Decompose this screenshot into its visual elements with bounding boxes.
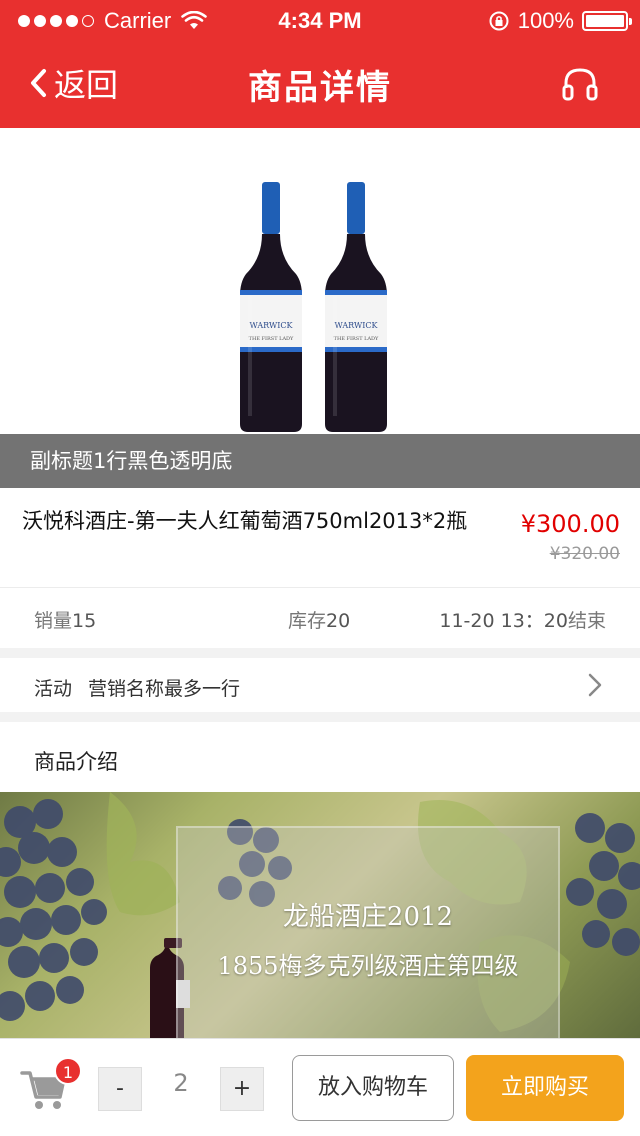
chevron-right-icon <box>588 673 602 697</box>
intro-text-panel: 龙船酒庄2012 1855梅多克列级酒庄第四级 <box>176 826 560 1042</box>
product-bottles-image: WARWICK THE FIRST LADY WARWICK THE FIRST… <box>240 182 387 432</box>
quantity-minus-button[interactable]: - <box>98 1067 142 1111</box>
status-bar: Carrier 4:34 PM 100% <box>0 0 640 40</box>
quantity-plus-button[interactable]: + <box>220 1067 264 1111</box>
bottle-label-brand: WARWICK <box>335 321 379 330</box>
status-right: 100% <box>488 8 632 34</box>
nav-bar: 返回 商品详情 <box>0 40 640 128</box>
cart-count-badge: 1 <box>54 1057 82 1085</box>
bottle-label-brand: WARWICK <box>250 321 294 330</box>
battery-percent: 100% <box>517 8 574 33</box>
customer-service-button[interactable] <box>560 64 600 104</box>
activity-row[interactable]: 活动 营销名称最多一行 <box>0 658 640 712</box>
bottle-label-line: THE FIRST LADY <box>249 336 294 342</box>
end-time-label: 结束 <box>567 610 606 632</box>
battery-icon <box>582 11 632 31</box>
bottom-action-bar: 1 - 2 + 放入购物车 立即购买 <box>0 1038 640 1136</box>
stock-stat: 库存20 <box>288 606 350 633</box>
product-original-price: ¥320.00 <box>549 544 620 564</box>
product-price: ¥300.00 <box>520 510 620 538</box>
product-name: 沃悦科酒庄-第一夫人红葡萄酒750ml2013*2瓶 <box>22 509 468 533</box>
activity-value: 营销名称最多一行 <box>88 678 241 700</box>
product-image-area[interactable]: WARWICK THE FIRST LADY WARWICK THE FIRST… <box>0 128 640 488</box>
sales-value: 15 <box>72 610 97 632</box>
stock-label: 库存 <box>288 610 327 632</box>
sales-stat: 销量15 <box>34 606 96 633</box>
section-divider <box>0 648 640 658</box>
intro-line-1: 龙船酒庄2012 <box>282 902 454 932</box>
intro-section-title: 商品介绍 <box>34 750 118 774</box>
page-title: 商品详情 <box>248 68 392 108</box>
bottle-label-line: THE FIRST LADY <box>334 336 379 342</box>
intro-line-2: 1855梅多克列级酒庄第四级 <box>217 952 519 980</box>
quantity-value[interactable]: 2 <box>148 1069 214 1097</box>
end-time-value: 11-20 13：20 <box>439 610 568 632</box>
stock-value: 20 <box>326 610 351 632</box>
sales-label: 销量 <box>34 610 73 632</box>
rotation-lock-icon <box>489 11 509 31</box>
add-to-cart-button[interactable]: 放入购物车 <box>292 1055 454 1121</box>
section-divider <box>0 712 640 722</box>
product-stats: 销量15 库存20 11-20 13：20结束 <box>0 588 640 648</box>
product-info: 沃悦科酒庄-第一夫人红葡萄酒750ml2013*2瓶 ¥300.00 ¥320.… <box>0 488 640 588</box>
end-time-stat: 11-20 13：20结束 <box>439 606 606 633</box>
activity-label: 活动 <box>34 678 73 700</box>
buy-now-button[interactable]: 立即购买 <box>466 1055 624 1121</box>
intro-image: 龙船酒庄2012 1855梅多克列级酒庄第四级 <box>0 792 640 1042</box>
product-subtitle-bar: 副标题1行黑色透明底 <box>0 434 640 488</box>
headset-icon <box>562 68 598 101</box>
app-header: Carrier 4:34 PM 100% 返回 商品详情 <box>0 0 640 128</box>
